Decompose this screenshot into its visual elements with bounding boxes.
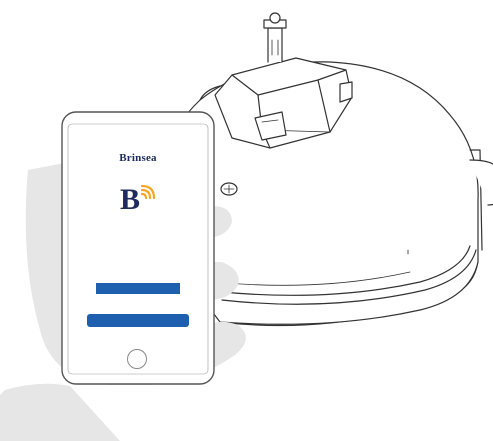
brand-logo-text: Brinsea (119, 152, 157, 164)
app-promo-illustration: Brinsea B (0, 0, 493, 441)
secondary-action-button[interactable] (87, 314, 189, 327)
phone-screen: Brinsea B (72, 128, 204, 373)
app-logo: B (120, 183, 160, 219)
wifi-signal-icon (140, 184, 156, 200)
get-started-button[interactable] (96, 283, 180, 294)
home-button-icon[interactable] (127, 349, 147, 369)
logo-letter: B (120, 183, 141, 216)
wifi-arc-inner (140, 192, 148, 200)
